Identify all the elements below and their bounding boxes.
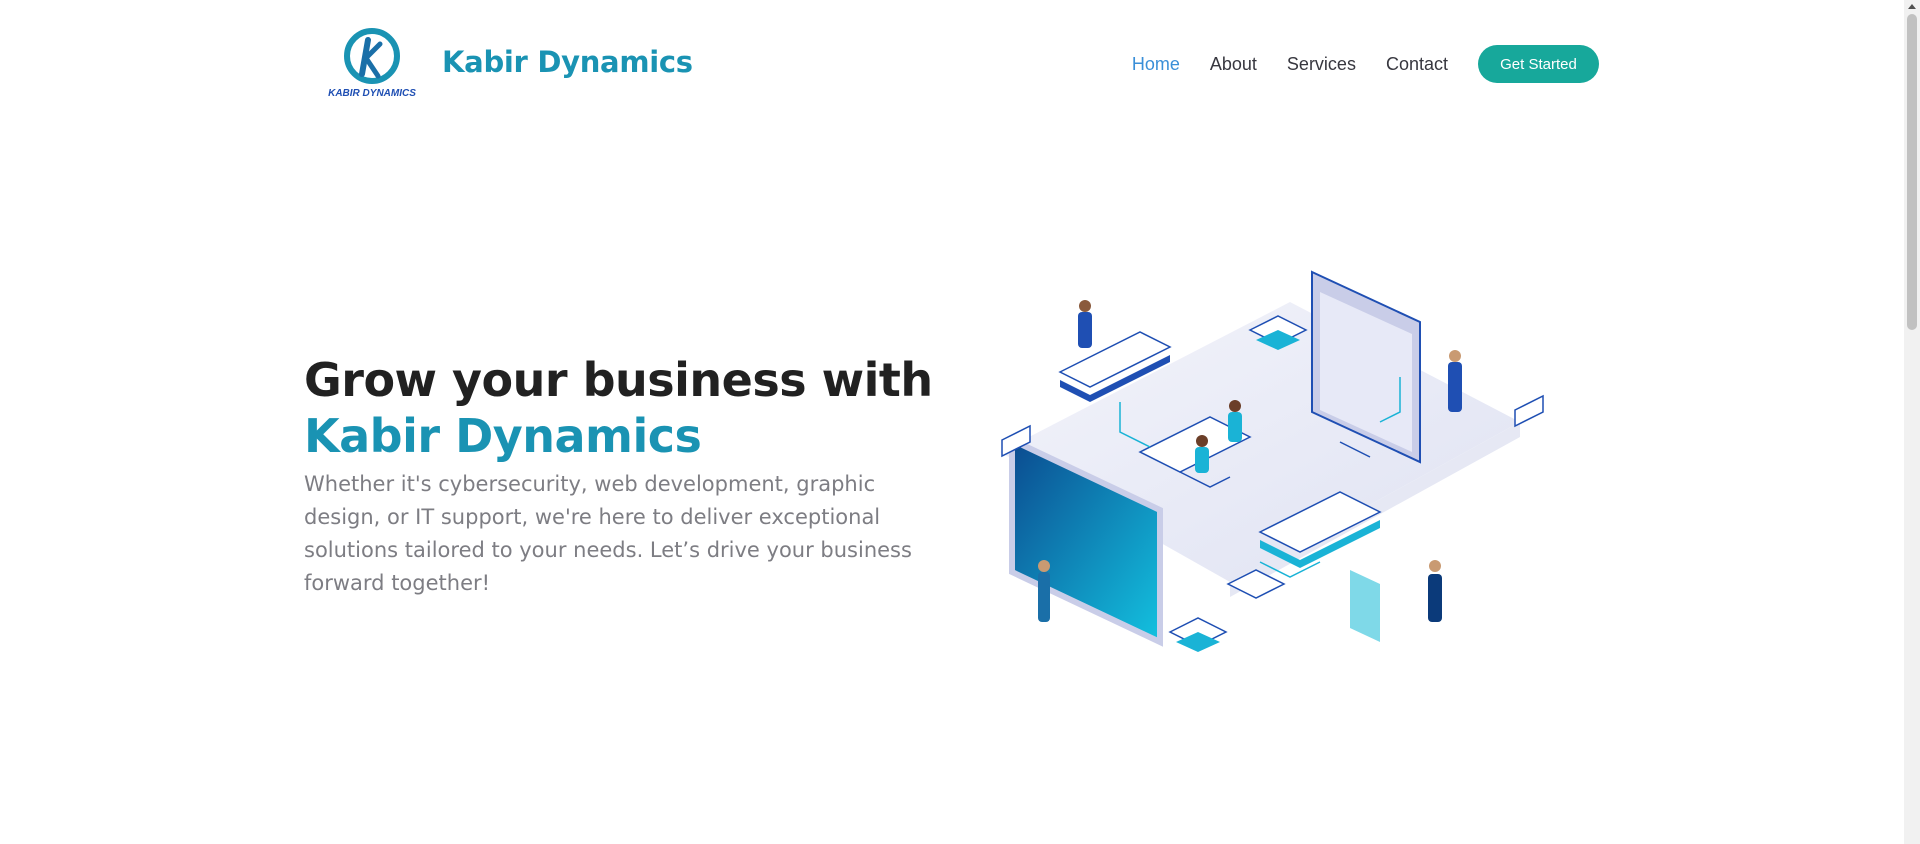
nav-services[interactable]: Services [1287,54,1356,75]
hero-title-line2: Kabir Dynamics [304,409,702,463]
scroll-thumb[interactable] [1907,14,1917,330]
main-nav: Home About Services Contact Get Started [1102,45,1599,83]
kabir-dynamics-logo-icon: KABIR DYNAMICS [328,28,416,99]
logo[interactable]: KABIR DYNAMICS [328,24,416,102]
site-header: KABIR DYNAMICS Kabir Dynamics Home About… [0,0,1904,130]
svg-text:KABIR DYNAMICS: KABIR DYNAMICS [328,88,416,99]
nav-home[interactable]: Home [1132,54,1180,75]
nav-contact[interactable]: Contact [1386,54,1448,75]
brand-name[interactable]: Kabir Dynamics [442,45,693,79]
hero-section: Grow your business with Kabir Dynamics W… [304,352,944,600]
scroll-up-arrow-icon[interactable] [1908,4,1916,9]
nav-about[interactable]: About [1210,54,1257,75]
hero-title-line1: Grow your business with [304,353,933,407]
hero-illustration [960,262,1550,702]
page-scrollbar[interactable] [1904,0,1920,844]
isometric-office-illustration-icon [1000,270,1544,652]
get-started-button[interactable]: Get Started [1478,45,1599,83]
hero-subtitle: Whether it's cybersecurity, web developm… [304,472,912,595]
